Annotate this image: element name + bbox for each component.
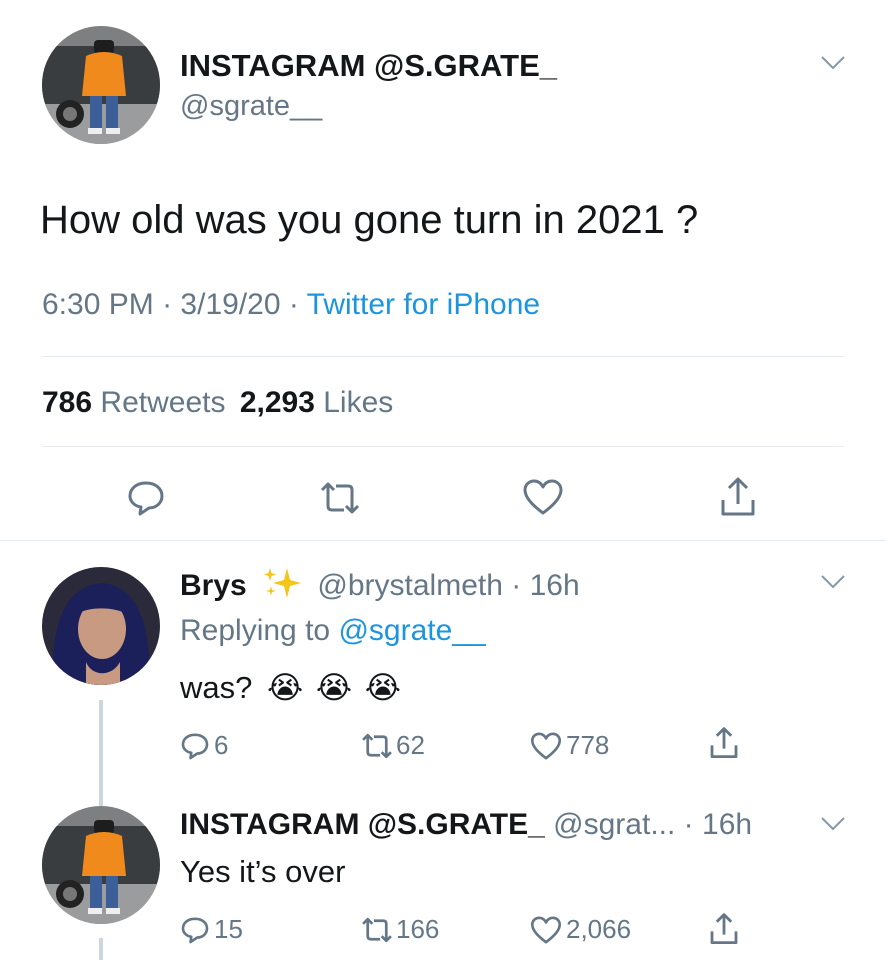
avatar[interactable] xyxy=(42,26,160,144)
retweets-stat[interactable]: 786 Retweets xyxy=(42,386,234,419)
tweet-time: 6:30 PM xyxy=(42,288,154,321)
retweet-count: 62 xyxy=(396,730,425,760)
replying-to-label: Replying to xyxy=(180,614,331,647)
tweet-stats: 786 Retweets 2,293 Likes xyxy=(42,386,393,420)
retweet-count: 166 xyxy=(396,914,440,944)
reply-text: Yes it’s over xyxy=(180,854,346,889)
tweet-source-link[interactable]: Twitter for iPhone xyxy=(307,288,540,321)
display-name[interactable]: Brys xyxy=(180,569,247,602)
avatar-image xyxy=(42,806,160,924)
tweet-time[interactable]: 16h xyxy=(530,569,580,602)
retweet-label: Retweets xyxy=(100,386,226,419)
chevron-down-icon[interactable] xyxy=(820,55,846,71)
reply-action[interactable]: 15 xyxy=(180,914,243,945)
reply-count: 15 xyxy=(214,914,243,944)
share-icon[interactable] xyxy=(708,912,740,946)
like-action[interactable]: 2,066 xyxy=(530,914,631,945)
heart-icon[interactable] xyxy=(522,478,564,516)
replying-to-handle[interactable]: @sgrate__ xyxy=(338,614,485,647)
user-handle[interactable]: @sgrate__ xyxy=(180,90,322,123)
retweet-action[interactable]: 166 xyxy=(360,914,439,945)
meta-separator: · xyxy=(288,288,299,321)
tweet-meta: 6:30 PM · 3/19/20 · Twitter for iPhone xyxy=(42,288,540,322)
like-label: Likes xyxy=(323,386,394,419)
thread-line xyxy=(99,938,103,960)
reply-header: Brys @brystalmeth · 16h xyxy=(180,566,580,608)
retweet-icon[interactable] xyxy=(318,480,362,516)
avatar[interactable] xyxy=(42,806,160,924)
crying-emoji: 😭 xyxy=(364,670,401,705)
meta-separator: · xyxy=(683,808,694,841)
user-handle[interactable]: @sgrat... xyxy=(553,808,675,841)
tweet-date: 3/19/20 xyxy=(180,288,281,321)
like-count: 2,066 xyxy=(566,914,632,944)
reply-count: 6 xyxy=(214,730,229,760)
like-count: 778 xyxy=(566,730,610,760)
like-count: 2,293 xyxy=(239,386,315,419)
reply-icon xyxy=(180,731,210,761)
thread-line xyxy=(99,700,103,810)
reply-header: INSTAGRAM @S.GRATE_ @sgrat... · 16h xyxy=(180,808,752,842)
reply-action[interactable]: 6 xyxy=(180,730,228,761)
heart-icon xyxy=(530,731,562,761)
reply-icon xyxy=(180,915,210,945)
retweet-icon xyxy=(360,916,394,944)
share-icon[interactable] xyxy=(708,726,740,760)
retweet-action[interactable]: 62 xyxy=(360,730,425,761)
like-action[interactable]: 778 xyxy=(530,730,609,761)
divider xyxy=(0,540,886,541)
sparkles-icon xyxy=(261,566,303,608)
avatar-image xyxy=(42,567,160,685)
tweet-text: was? 😭 😭 😭 xyxy=(180,670,401,706)
retweet-icon xyxy=(360,732,394,760)
divider xyxy=(42,446,844,447)
heart-icon xyxy=(530,915,562,945)
reply-text: was? xyxy=(180,670,253,705)
display-name[interactable]: INSTAGRAM @S.GRATE_ xyxy=(180,808,545,841)
divider xyxy=(42,356,844,357)
tweet-time[interactable]: 16h xyxy=(702,808,752,841)
reply-icon[interactable] xyxy=(126,478,166,518)
user-handle[interactable]: @brystalmeth xyxy=(317,569,503,602)
avatar[interactable] xyxy=(42,567,160,685)
share-icon[interactable] xyxy=(718,476,758,518)
crying-emoji: 😭 xyxy=(267,670,304,705)
crying-emoji: 😭 xyxy=(315,670,353,705)
avatar-image xyxy=(42,26,160,144)
retweet-count: 786 xyxy=(42,386,93,419)
meta-separator: · xyxy=(162,288,173,321)
chevron-down-icon[interactable] xyxy=(820,816,846,832)
replying-to: Replying to @sgrate__ xyxy=(180,614,486,648)
meta-separator: · xyxy=(511,568,522,602)
chevron-down-icon[interactable] xyxy=(820,574,846,590)
tweet-text: How old was you gone turn in 2021 ? xyxy=(40,198,699,242)
likes-stat[interactable]: 2,293 Likes xyxy=(240,386,393,419)
display-name[interactable]: INSTAGRAM @S.GRATE_ xyxy=(180,48,557,84)
